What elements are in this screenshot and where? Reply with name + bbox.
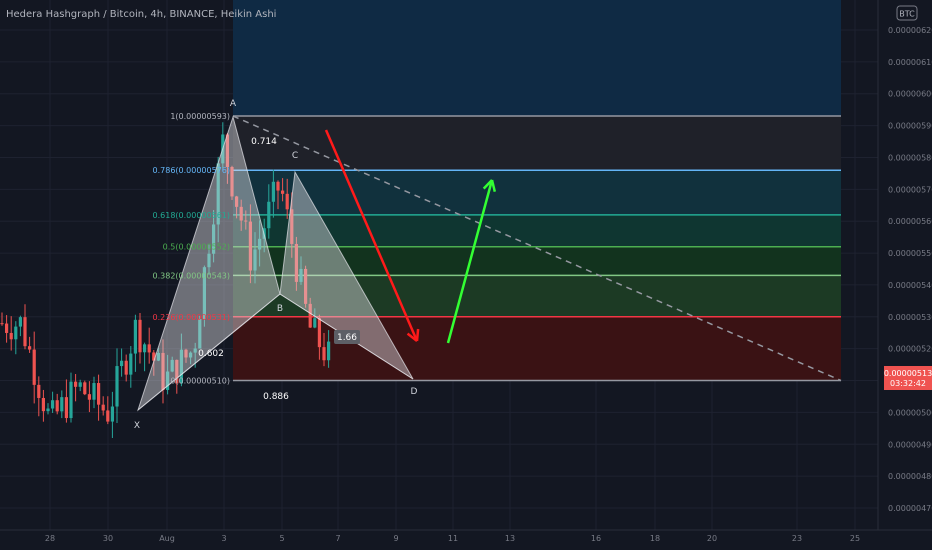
x-tick-label: 13: [505, 534, 515, 543]
candle-body: [267, 201, 271, 229]
x-tick-label: 23: [792, 534, 802, 543]
x-tick-label: 28: [45, 534, 55, 543]
candle-body: [41, 397, 45, 412]
x-tick-label: Aug: [159, 534, 175, 543]
x-tick-label: 16: [591, 534, 601, 543]
x-tick-label: 7: [335, 534, 340, 543]
candle-body: [69, 381, 73, 419]
candle-body: [46, 408, 50, 412]
candle-body: [92, 383, 96, 400]
fib-zones: [232, 0, 842, 382]
fib-level-label: 0(0.00000510): [170, 377, 230, 386]
y-tick-label: 0.00000490: [888, 440, 932, 449]
y-tick-label: 0.00000570: [888, 185, 932, 194]
fib-zone-above: [233, 0, 841, 117]
candle-body: [106, 410, 110, 422]
candle-body: [322, 347, 326, 361]
y-tick-label: 0.00000470: [888, 504, 932, 513]
x-tick-label: 30: [103, 534, 113, 543]
current-price-value: 0.00000513: [884, 369, 932, 378]
candle-body: [281, 190, 285, 194]
candle-body: [64, 397, 68, 419]
candle-body: [18, 317, 22, 327]
candle-body: [74, 381, 78, 387]
candle-body: [313, 318, 317, 328]
y-tick-label: 0.00000560: [888, 217, 932, 226]
candle-body: [120, 360, 124, 367]
pattern-point-label: B: [277, 304, 283, 314]
y-tick-label: 0.00000610: [888, 58, 932, 67]
candle-body: [37, 384, 41, 398]
current-price-badge: 0.00000513 03:32:42: [884, 366, 932, 390]
current-price-countdown: 03:32:42: [890, 379, 926, 388]
pattern-ratio-label: 0.602: [198, 349, 224, 359]
pattern-point-label: D: [411, 387, 418, 397]
x-tick-label: 9: [393, 534, 398, 543]
fib-zone: [233, 170, 841, 215]
candle-body: [133, 319, 137, 354]
y-tick-label: 0.00000500: [888, 408, 932, 417]
y-tick-label: 0.00000620: [888, 26, 932, 35]
pattern-ratio-label: 0.886: [263, 392, 289, 402]
x-tick-label: 11: [448, 534, 458, 543]
fib-level-label: 0.786(0.00000576): [153, 166, 231, 175]
candle-body: [285, 193, 289, 210]
y-tick-label: 0.00000580: [888, 153, 932, 162]
candle-body: [271, 181, 275, 202]
y-tick-label: 0.00000530: [888, 313, 932, 322]
candle-body: [129, 353, 133, 375]
candle-body: [124, 360, 128, 375]
pattern-point-label: A: [230, 99, 237, 109]
y-tick-label: 0.00000480: [888, 472, 932, 481]
fib-level-label: 1(0.00000593): [170, 112, 230, 121]
candle-body: [83, 382, 87, 395]
candle-body: [110, 406, 114, 422]
candle-body: [60, 397, 64, 412]
fib-zone: [233, 116, 841, 171]
fib-level-label: 0.618(0.00000561): [153, 211, 231, 220]
y-tick-label: 0.00000520: [888, 345, 932, 354]
fib-level-label: 0.5(0.00000552): [163, 243, 230, 252]
candle-body: [0, 323, 4, 325]
candle-body: [276, 181, 280, 191]
candle-body: [32, 349, 36, 385]
candle-body: [97, 383, 101, 405]
candle-body: [317, 318, 321, 348]
pattern-ratio-label: 1.66: [337, 333, 357, 343]
chart-canvas: X A B C D 0.714 0.602 0.886 1.66 1(0.00000593) 0.…: [0, 0, 932, 550]
candle-body: [51, 400, 55, 409]
x-tick-label: 18: [650, 534, 660, 543]
candle-body: [327, 341, 331, 361]
x-tick-label: 5: [279, 534, 284, 543]
pattern-point-label: X: [134, 421, 140, 431]
currency-badge-label: BTC: [899, 10, 915, 19]
chart-title: Hedera Hashgraph / Bitcoin, 4h, BINANCE,…: [6, 9, 276, 20]
candle-body: [115, 366, 119, 407]
pattern-point-label: C: [292, 151, 298, 161]
price-axis[interactable]: 0.00000620 0.00000610 0.00000600 0.00000590…: [877, 0, 932, 530]
candle-body: [9, 332, 13, 340]
candle-body: [143, 344, 147, 353]
candle-body: [78, 382, 82, 387]
candle-body: [28, 346, 32, 350]
fib-level-label: 0.236(0.00000531): [153, 313, 231, 322]
candle-body: [55, 400, 59, 412]
candle-body: [138, 319, 142, 353]
x-tick-label: 20: [707, 534, 717, 543]
candle-body: [5, 323, 9, 333]
pattern-ratio-label: 0.714: [251, 137, 277, 147]
x-tick-label: 3: [221, 534, 226, 543]
fib-level-label: 0.382(0.00000543): [153, 271, 231, 280]
candle-body: [87, 394, 91, 400]
x-tick-label: 25: [850, 534, 860, 543]
candle-body: [101, 404, 105, 411]
y-tick-label: 0.00000590: [888, 122, 932, 131]
y-tick-label: 0.00000600: [888, 90, 932, 99]
candle-body: [14, 326, 18, 340]
candle-body: [23, 317, 27, 347]
y-tick-label: 0.00000540: [888, 281, 932, 290]
candle-body: [147, 344, 151, 353]
y-tick-label: 0.00000550: [888, 249, 932, 258]
